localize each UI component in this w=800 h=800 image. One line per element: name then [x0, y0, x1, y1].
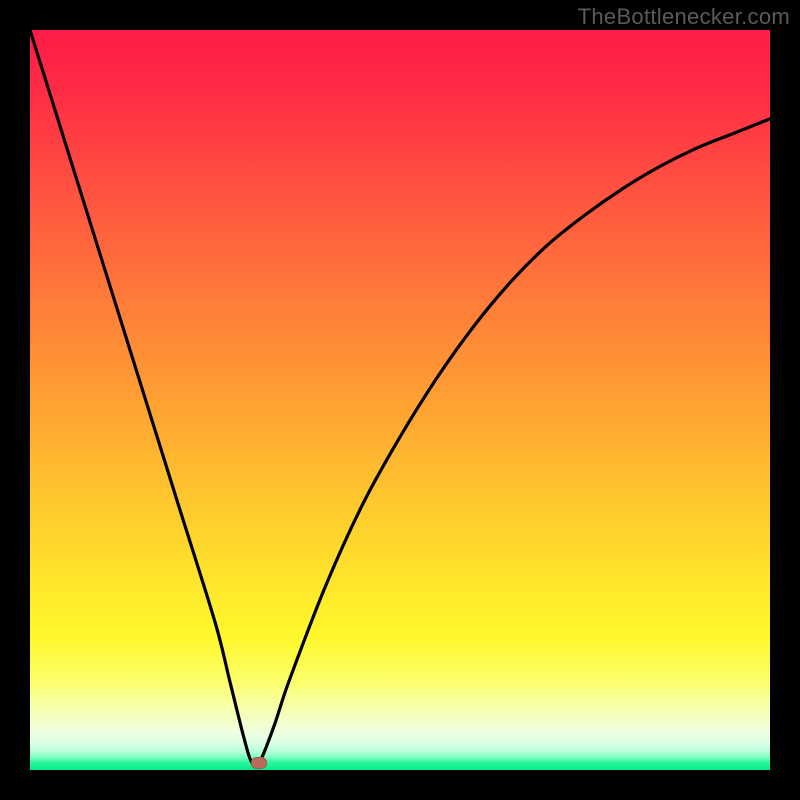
curve-path [30, 30, 770, 766]
watermark-text: TheBottlenecker.com [578, 4, 790, 30]
plot-area [30, 30, 770, 770]
optimal-point-marker [251, 757, 267, 769]
bottleneck-curve [30, 30, 770, 770]
chart-stage: TheBottlenecker.com [0, 0, 800, 800]
